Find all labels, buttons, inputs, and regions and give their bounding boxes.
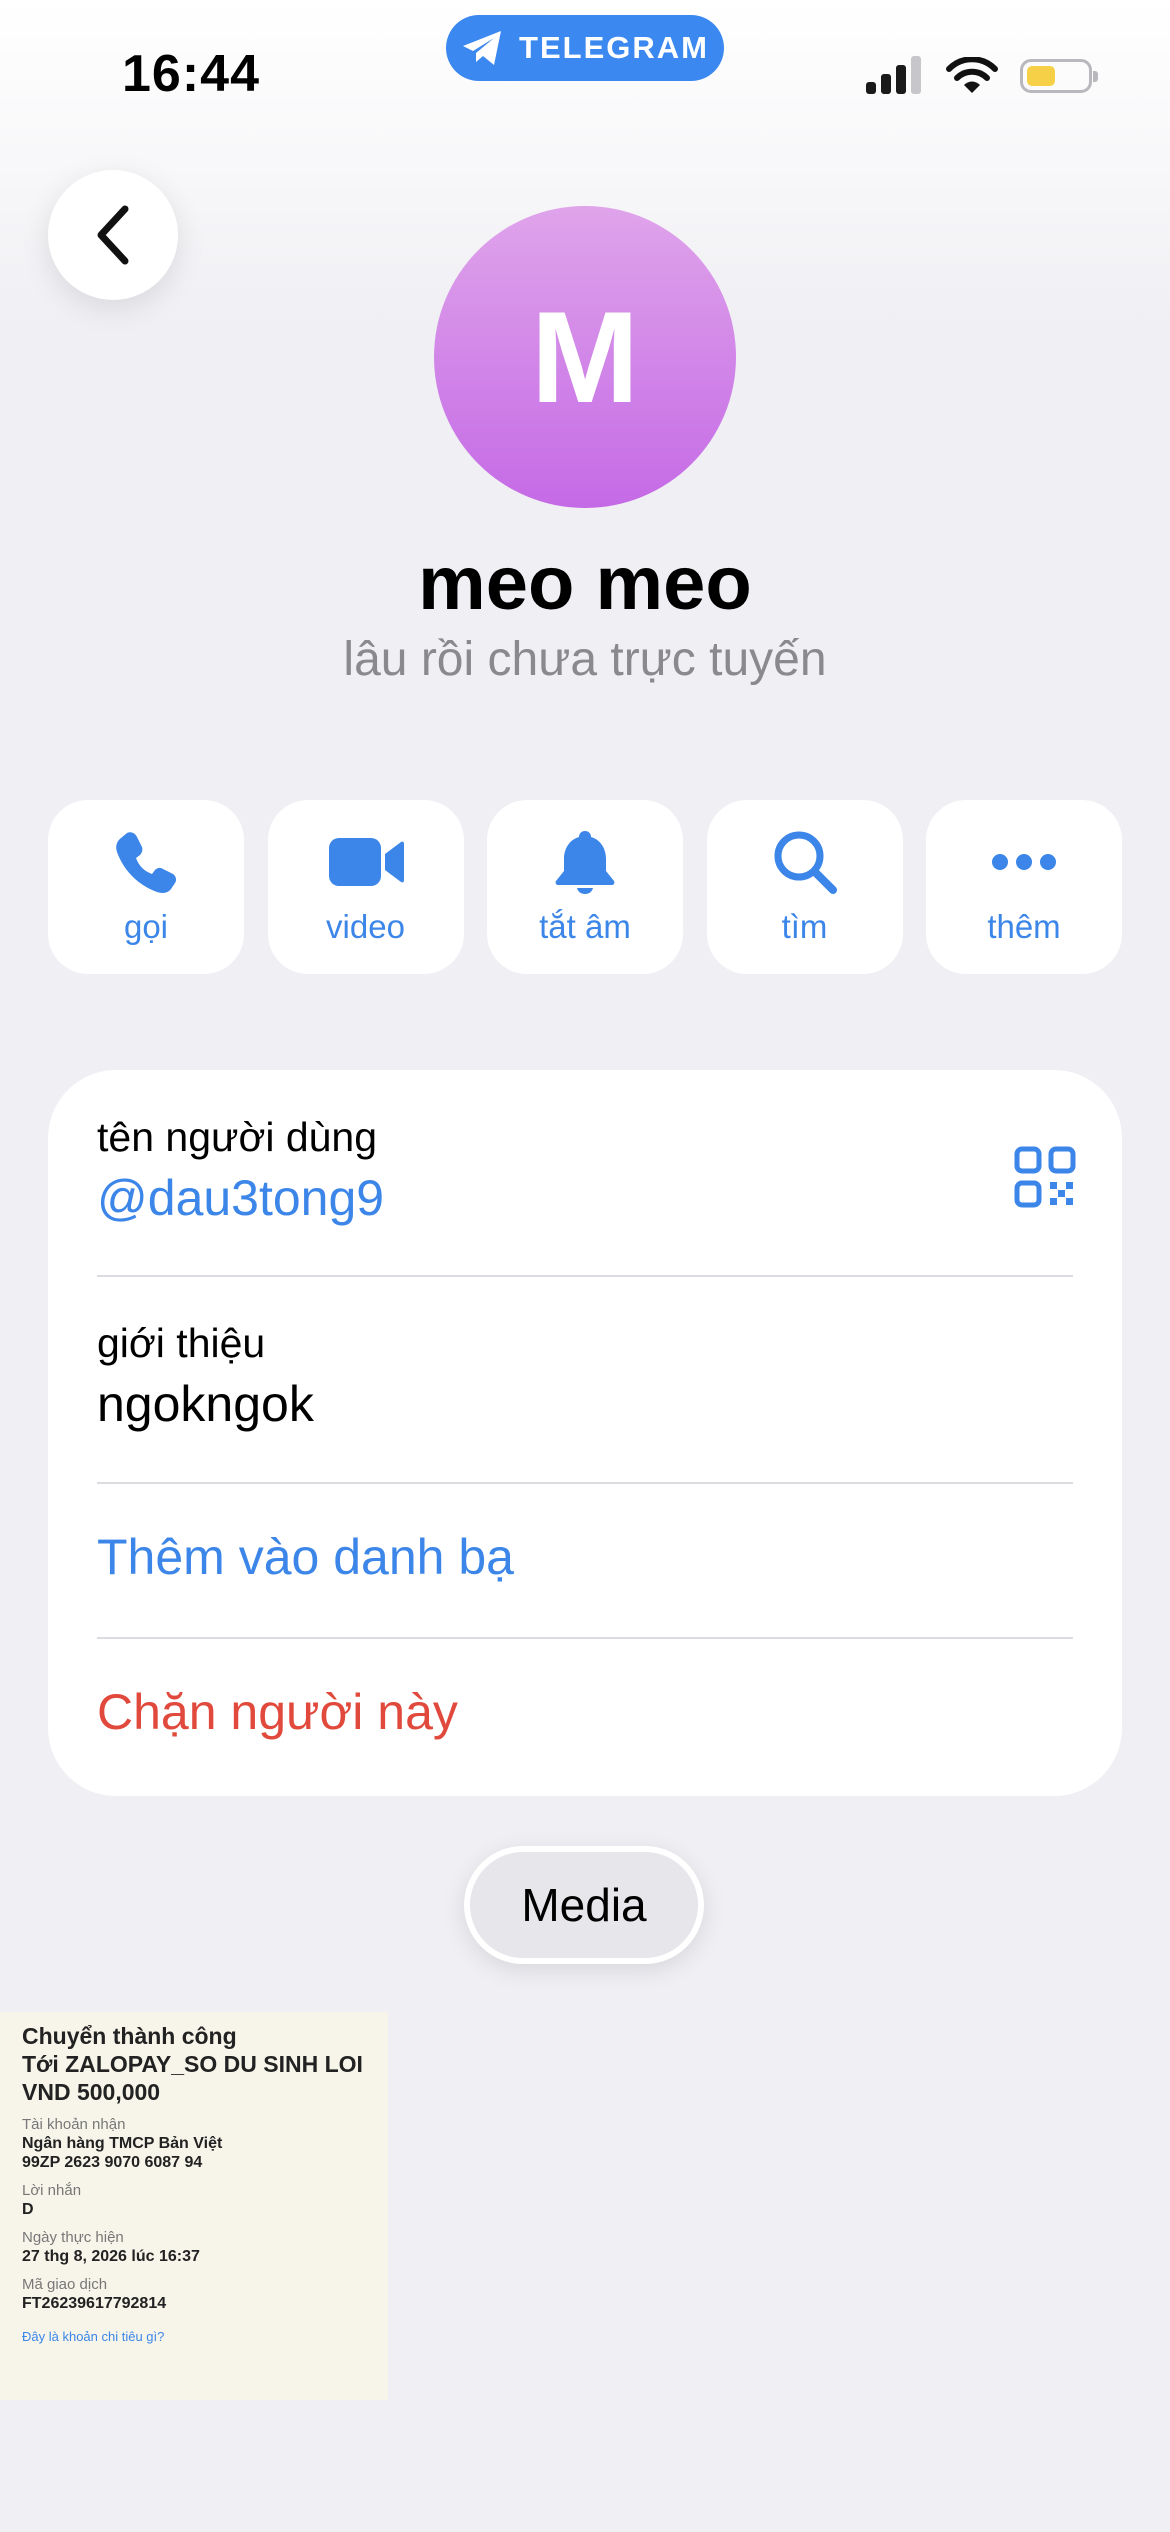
cellular-signal-icon xyxy=(866,56,921,94)
last-seen-status: lâu rồi chưa trực tuyến xyxy=(343,633,827,686)
more-button[interactable]: thêm xyxy=(926,800,1122,974)
telegram-pill-label: TELEGRAM xyxy=(519,30,709,65)
profile-name: meo meo xyxy=(418,541,752,626)
call-label: gọi xyxy=(123,908,169,945)
more-label: thêm xyxy=(987,908,1061,945)
divider xyxy=(97,1482,1073,1484)
username-value[interactable]: @dau3tong9 xyxy=(97,1169,1073,1227)
phone-icon xyxy=(116,832,177,893)
receipt-field-value: FT26239617792814 xyxy=(22,2295,167,2312)
receipt-amount: VND 500,000 xyxy=(22,2079,161,2105)
status-icons xyxy=(866,56,1098,96)
search-icon xyxy=(774,831,837,894)
mute-label: tắt âm xyxy=(539,908,631,945)
username-row[interactable]: tên người dùng @dau3tong9 xyxy=(97,1114,1073,1227)
telegram-status-pill[interactable]: TELEGRAM xyxy=(446,15,724,81)
video-button[interactable]: video xyxy=(267,800,464,974)
search-button[interactable]: tìm xyxy=(706,800,903,974)
receipt-recipient: Tới ZALOPAY_SO DU SINH LOI xyxy=(22,2051,363,2077)
receipt-field-value: Ngân hàng TMCP Bản Việt xyxy=(22,2135,223,2152)
wifi-icon xyxy=(946,57,998,93)
add-to-contacts-button[interactable]: Thêm vào danh bạ xyxy=(97,1528,1073,1586)
telegram-plane-icon xyxy=(463,31,502,65)
receipt-field-value: D xyxy=(22,2201,34,2218)
tab-media[interactable]: Media xyxy=(464,1846,704,1964)
qr-code-icon[interactable] xyxy=(1014,1146,1076,1208)
receipt-field-label: Tài khoản nhận xyxy=(22,2116,126,2133)
video-camera-icon xyxy=(328,838,404,886)
status-time: 16:44 xyxy=(122,45,260,103)
divider xyxy=(97,1275,1073,1277)
receipt-field-label: Ngày thực hiện xyxy=(22,2229,124,2246)
info-card: tên người dùng @dau3tong9 giới thiệu ngo… xyxy=(48,1070,1122,1796)
username-label: tên người dùng xyxy=(97,1114,378,1160)
mute-button[interactable]: tắt âm xyxy=(487,800,683,974)
receipt-field-value: 27 thg 8, 2026 lúc 16:37 xyxy=(22,2248,200,2265)
bell-icon xyxy=(555,831,615,894)
receipt-footer-link: Đây là khoản chi tiêu gì? xyxy=(22,2329,165,2344)
bio-label: giới thiệu xyxy=(97,1320,266,1366)
block-user-button[interactable]: Chặn người này xyxy=(97,1683,1073,1741)
avatar[interactable]: M xyxy=(434,206,736,508)
media-thumbnail[interactable]: Chuyển thành công Tới ZALOPAY_SO DU SINH… xyxy=(0,2012,388,2400)
back-button[interactable] xyxy=(48,170,178,300)
search-label: tìm xyxy=(781,908,828,945)
receipt-field-label: Mã giao dịch xyxy=(22,2276,108,2293)
action-buttons: gọi video tắt âm tìm thêm xyxy=(48,800,1122,974)
receipt-title: Chuyển thành công xyxy=(22,2023,237,2049)
video-label: video xyxy=(326,908,405,945)
receipt-field-label: Lời nhắn xyxy=(22,2182,82,2199)
call-button[interactable]: gọi xyxy=(48,800,244,974)
receipt-field-value: 99ZP 2623 9070 6087 94 xyxy=(22,2154,203,2171)
more-dots-icon xyxy=(992,854,1056,870)
bio-row: giới thiệu ngokngok xyxy=(97,1320,1073,1433)
divider xyxy=(97,1637,1073,1639)
battery-icon xyxy=(1020,59,1098,93)
bio-value: ngokngok xyxy=(97,1376,314,1432)
chevron-left-icon xyxy=(97,205,129,265)
